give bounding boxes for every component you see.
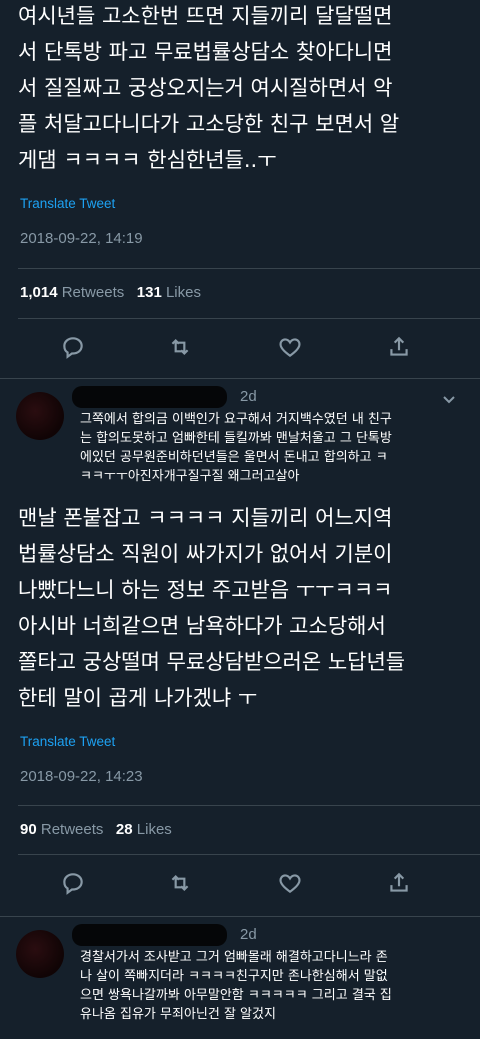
reply-tweet-2[interactable]: 2d 경찰서가서 조사받고 그거 엄빠몰래 해결하고다니느라 존 나 살이 쪽빠… (0, 918, 480, 1039)
tweet-actions (0, 870, 480, 900)
retweet-count[interactable]: 90 (20, 821, 37, 838)
like-icon[interactable] (277, 334, 307, 364)
tweet-timestamp: 2018-09-22, 14:23 (20, 768, 143, 785)
divider (18, 805, 480, 806)
like-count[interactable]: 131 (137, 284, 162, 301)
reply-text: 경찰서가서 조사받고 그거 엄빠몰래 해결하고다니느라 존 나 살이 쪽빠지더라… (80, 950, 392, 1022)
tweet-text: 맨날 폰붙잡고 ㅋㅋㅋㅋ 지들끼리 어느지역 법률상담소 직원이 싸가지가 없어… (18, 506, 406, 710)
like-icon[interactable] (277, 870, 307, 900)
divider (18, 268, 480, 269)
retweets-label[interactable]: Retweets (62, 284, 125, 301)
tweet-2: 맨날 폰붙잡고 ㅋㅋㅋㅋ 지들끼리 어느지역 법률상담소 직원이 싸가지가 없어… (0, 496, 480, 921)
share-icon[interactable] (386, 870, 416, 900)
like-count[interactable]: 28 (116, 821, 133, 838)
tweet-1: 여시년들 고소한번 뜨면 지들끼리 달달떨면 서 단톡방 파고 무료법률상담소 … (0, 0, 480, 380)
divider (18, 854, 480, 855)
tweet-stats: 90 Retweets 28 Likes (20, 821, 172, 838)
avatar[interactable] (16, 392, 64, 440)
divider (18, 318, 480, 319)
retweet-icon[interactable] (167, 334, 197, 364)
reply-icon[interactable] (60, 870, 90, 900)
retweet-icon[interactable] (167, 870, 197, 900)
reply-text: 그쪽에서 합의금 이백인가 요구해서 거지백수였던 내 친구 는 합의도못하고 … (80, 412, 392, 484)
translate-tweet-link[interactable]: Translate Tweet (20, 196, 115, 211)
translate-tweet-link[interactable]: Translate Tweet (20, 734, 115, 749)
reply-icon[interactable] (60, 334, 90, 364)
retweet-count[interactable]: 1,014 (20, 284, 58, 301)
retweets-label[interactable]: Retweets (41, 821, 104, 838)
tweet-text: 여시년들 고소한번 뜨면 지들끼리 달달떨면 서 단톡방 파고 무료법률상담소 … (18, 4, 400, 172)
reply-time: 2d (240, 926, 257, 943)
tweet-stats: 1,014 Retweets 131 Likes (20, 284, 201, 301)
tweet-actions (0, 334, 480, 364)
reply-tweet-1[interactable]: 2d 그쪽에서 합의금 이백인가 요구해서 거지백수였던 내 친구 는 합의도못… (0, 380, 480, 498)
avatar[interactable] (16, 930, 64, 978)
reply-time: 2d (240, 388, 257, 405)
share-icon[interactable] (386, 334, 416, 364)
user-name-redacted (72, 386, 227, 408)
likes-label[interactable]: Likes (137, 821, 172, 838)
tweet-timestamp: 2018-09-22, 14:19 (20, 230, 143, 247)
divider (0, 378, 480, 379)
likes-label[interactable]: Likes (166, 284, 201, 301)
chevron-down-icon[interactable] (442, 392, 456, 406)
divider (0, 916, 480, 917)
user-name-redacted (72, 924, 227, 946)
